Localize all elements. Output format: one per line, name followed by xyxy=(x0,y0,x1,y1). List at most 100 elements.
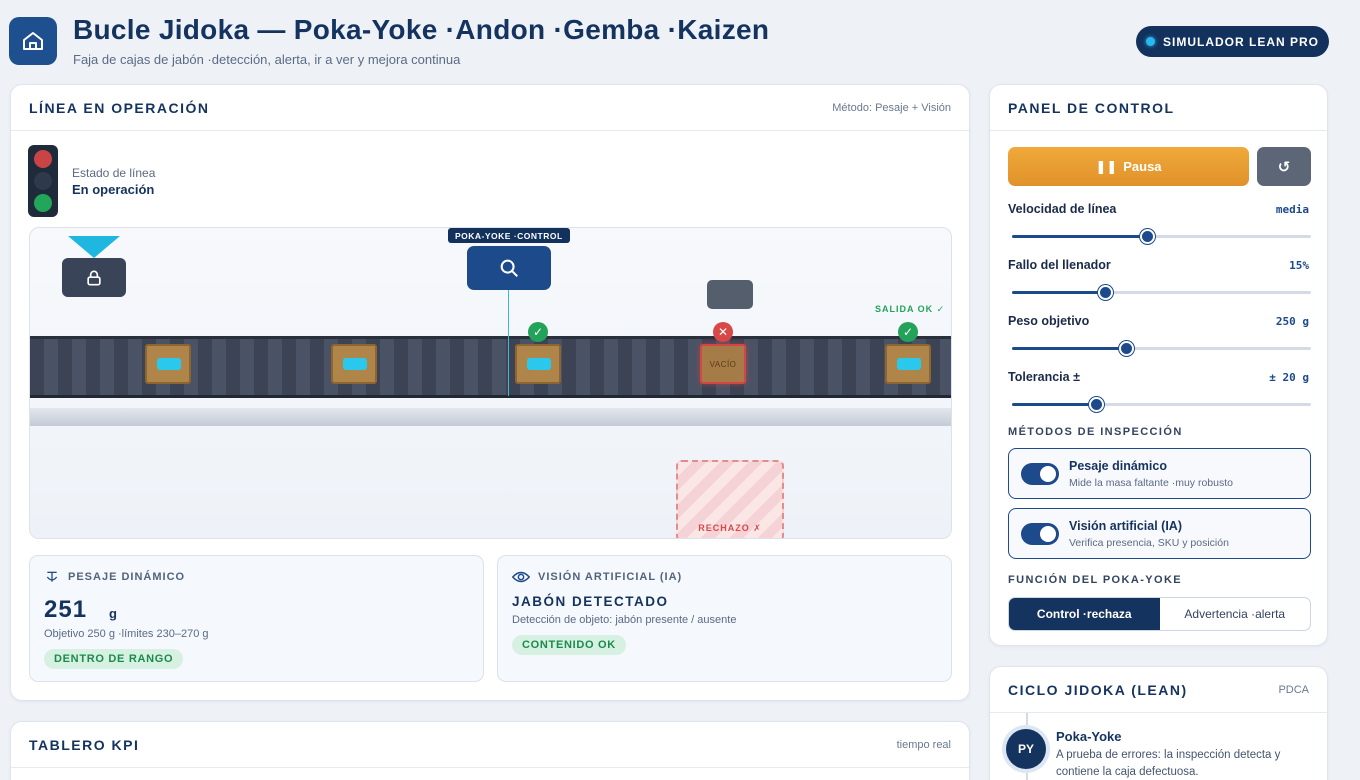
red-light-icon xyxy=(34,150,52,168)
reset-button[interactable]: ↺ xyxy=(1257,147,1311,186)
kpi-title: TABLERO KPI xyxy=(29,736,140,753)
weight-value: 251 xyxy=(44,596,88,623)
line-card: LÍNEA EN OPERACIÓN Método: Pesaje + Visi… xyxy=(10,84,970,701)
cycle-header: CICLO JIDOKA (LEAN) PDCA xyxy=(990,667,1327,713)
method-vision[interactable]: Visión artificial (IA) Verifica presenci… xyxy=(1008,508,1311,559)
green-light-icon xyxy=(34,194,52,212)
conveyor-rail xyxy=(30,408,951,426)
filler-station xyxy=(707,280,753,309)
function-title: FUNCIÓN DEL POKA-YOKE xyxy=(1008,574,1183,586)
soap-icon xyxy=(157,358,181,370)
pause-label: Pausa xyxy=(1123,159,1162,174)
andon-alert-icon xyxy=(68,236,120,258)
weight-status-badge: DENTRO DE RANGO xyxy=(44,649,184,669)
status-dot-icon xyxy=(1146,37,1155,46)
slider-fill xyxy=(1012,235,1147,238)
toggle-weighing[interactable] xyxy=(1021,463,1059,485)
methods-title: MÉTODOS DE INSPECCIÓN xyxy=(1008,426,1183,438)
check-ok-icon: ✓ xyxy=(898,322,918,342)
vision-desc: Detección de objeto: jabón presente / au… xyxy=(512,614,737,626)
empty-box: VACÍO xyxy=(700,344,746,384)
toggle-vision[interactable] xyxy=(1021,523,1059,545)
slider-value: 15% xyxy=(1289,259,1309,272)
page-title: Bucle Jidoka — Poka-Yoke ·Andon ·Gemba ·… xyxy=(73,14,770,45)
slider-track[interactable] xyxy=(1012,341,1311,356)
lock-icon xyxy=(87,270,101,285)
weight-sensor-panel: PESAJE DINÁMICO 251 g Objetivo 250 g ·lí… xyxy=(29,555,484,682)
slider-thumb[interactable] xyxy=(1088,397,1104,412)
andon-traffic-light xyxy=(28,145,58,217)
cycle-step-avatar: PY xyxy=(1006,729,1046,769)
slider-label: Peso objetivo xyxy=(1008,314,1090,328)
pause-icon: ❚❚ xyxy=(1095,158,1118,174)
vision-sensor-panel: VISIÓN ARTIFICIAL (IA) JABÓN DETECTADO D… xyxy=(497,555,952,682)
scan-beam xyxy=(508,290,509,396)
function-option-warning[interactable]: Advertencia ·alerta xyxy=(1160,598,1311,630)
header: Bucle Jidoka — Poka-Yoke ·Andon ·Gemba ·… xyxy=(0,0,1360,82)
toggle-knob xyxy=(1040,526,1056,542)
vision-title-text: VISIÓN ARTIFICIAL (IA) xyxy=(538,571,683,583)
method-name: Pesaje dinámico xyxy=(1069,459,1167,473)
slider-track[interactable] xyxy=(1012,285,1311,300)
line-title: LÍNEA EN OPERACIÓN xyxy=(29,99,210,116)
pokayoke-tag: POKA-YOKE ·CONTROL xyxy=(448,228,570,243)
slider-value: ± 20 g xyxy=(1269,371,1309,384)
search-icon xyxy=(500,259,518,277)
line-card-header: LÍNEA EN OPERACIÓN Método: Pesaje + Visi… xyxy=(11,85,969,131)
weight-unit: g xyxy=(109,606,117,621)
cycle-meta: PDCA xyxy=(1278,683,1309,696)
slider-thumb[interactable] xyxy=(1097,285,1113,300)
slider-fill xyxy=(1012,403,1096,406)
method-desc: Verifica presencia, SKU y posición xyxy=(1069,537,1229,549)
cycle-step-desc: A prueba de errores: la inspección detec… xyxy=(1056,749,1281,778)
slider-fill xyxy=(1012,291,1105,294)
jidoka-cycle-card: CICLO JIDOKA (LEAN) PDCA PY Poka-Yoke A … xyxy=(989,666,1328,780)
vision-status-badge: CONTENIDO OK xyxy=(512,635,626,655)
soap-icon xyxy=(343,358,367,370)
line-method: Método: Pesaje + Visión xyxy=(832,101,951,114)
simulator-badge[interactable]: SIMULADOR LEAN PRO xyxy=(1136,26,1329,57)
home-icon xyxy=(23,32,43,50)
slider-track[interactable] xyxy=(1012,397,1311,412)
slider-label: Velocidad de línea xyxy=(1008,202,1117,216)
kpi-header: TABLERO KPI tiempo real xyxy=(11,722,969,768)
reject-label: RECHAZO ✗ xyxy=(698,523,762,533)
control-title: PANEL DE CONTROL xyxy=(1008,99,1175,116)
slider-thumb[interactable] xyxy=(1118,341,1134,356)
toggle-knob xyxy=(1040,466,1056,482)
pokayoke-camera xyxy=(467,246,551,290)
function-option-control[interactable]: Control ·rechaza xyxy=(1009,598,1160,630)
page-subtitle: Faja de cajas de jabón ·detección, alert… xyxy=(73,52,461,67)
weight-title: PESAJE DINÁMICO xyxy=(44,570,185,584)
slider-fill xyxy=(1012,347,1126,350)
control-header: PANEL DE CONTROL xyxy=(990,85,1327,131)
soap-icon xyxy=(527,358,551,370)
slider-track[interactable] xyxy=(1012,229,1311,244)
method-desc: Mide la masa faltante ·muy robusto xyxy=(1069,477,1233,489)
cycle-step-name: Poka-Yoke xyxy=(1056,729,1122,744)
check-fail-icon: ✕ xyxy=(713,322,733,342)
kpi-card: TABLERO KPI tiempo real xyxy=(10,721,970,780)
method-weighing[interactable]: Pesaje dinámico Mide la masa faltante ·m… xyxy=(1008,448,1311,499)
badge-label: SIMULADOR LEAN PRO xyxy=(1163,34,1319,49)
reject-bin: RECHAZO ✗ xyxy=(676,460,784,538)
soap-box xyxy=(331,344,377,384)
check-ok-icon: ✓ xyxy=(528,322,548,342)
slider-value: media xyxy=(1275,203,1309,216)
home-button[interactable] xyxy=(9,17,57,65)
line-state-value: En operación xyxy=(72,182,155,197)
slider-label: Fallo del llenador xyxy=(1008,258,1111,272)
soap-icon xyxy=(897,358,921,370)
method-name: Visión artificial (IA) xyxy=(1069,519,1182,533)
soap-box xyxy=(885,344,931,384)
empty-box-label: VACÍO xyxy=(709,360,737,369)
cycle-title: CICLO JIDOKA (LEAN) xyxy=(1008,681,1188,698)
weight-desc: Objetivo 250 g ·límites 230–270 g xyxy=(44,628,209,640)
line-state-label: Estado de línea xyxy=(72,166,156,180)
slider-thumb[interactable] xyxy=(1139,229,1155,244)
lock-station xyxy=(62,258,126,297)
scale-icon xyxy=(46,571,58,582)
pause-button[interactable]: ❚❚ Pausa xyxy=(1008,147,1249,186)
weight-title-text: PESAJE DINÁMICO xyxy=(68,571,186,583)
vision-result: JABÓN DETECTADO xyxy=(512,594,669,609)
